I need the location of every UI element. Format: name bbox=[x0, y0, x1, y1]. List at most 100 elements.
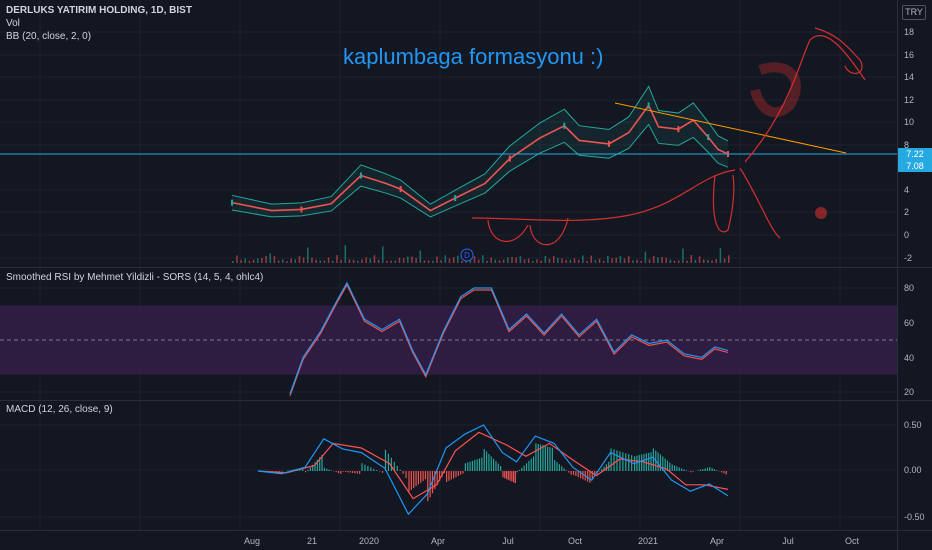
volume-bar bbox=[615, 257, 617, 263]
volume-bar bbox=[232, 261, 234, 263]
price-axis-tick: 14 bbox=[904, 72, 914, 82]
macd-histogram-bar bbox=[469, 461, 471, 471]
volume-bar bbox=[415, 258, 417, 263]
volume-bar bbox=[348, 259, 351, 263]
macd-histogram-bar bbox=[535, 443, 537, 471]
volume-bar bbox=[561, 258, 563, 263]
volume-bar bbox=[590, 255, 592, 263]
macd-histogram-bar bbox=[537, 443, 539, 471]
time-axis-tick: Apr bbox=[710, 536, 724, 546]
bb-legend[interactable]: BB (20, close, 2, 0) bbox=[6, 31, 91, 43]
macd-histogram-bar bbox=[669, 462, 671, 471]
volume-bar bbox=[286, 260, 288, 263]
macd-histogram-bar bbox=[625, 453, 627, 471]
volume-bar bbox=[619, 255, 622, 263]
volume-bar bbox=[319, 260, 322, 263]
macd-histogram-bar bbox=[554, 460, 556, 471]
volume-bar bbox=[711, 260, 713, 263]
macd-histogram-bar bbox=[405, 471, 407, 478]
event-marker-label: D bbox=[464, 251, 470, 260]
macd-histogram-bar bbox=[448, 471, 450, 481]
price-axis-tick: 10 bbox=[904, 117, 914, 127]
macd-histogram-bar bbox=[359, 471, 361, 474]
volume-bar bbox=[436, 256, 438, 263]
turtle-leg-drawing bbox=[529, 217, 569, 246]
macd-histogram-bar bbox=[328, 469, 330, 471]
macd-histogram-bar bbox=[547, 446, 549, 471]
volume-bar bbox=[494, 259, 497, 263]
time-axis-tick: 21 bbox=[307, 536, 317, 546]
macd-histogram-bar bbox=[521, 467, 523, 471]
macd-histogram-bar bbox=[424, 471, 427, 480]
macd-histogram-bar bbox=[572, 471, 575, 475]
volume-bar bbox=[632, 260, 634, 263]
volume-legend[interactable]: Vol bbox=[6, 18, 20, 30]
time-axis-tick: 2021 bbox=[638, 536, 658, 546]
volume-bar bbox=[307, 247, 309, 263]
macd-histogram-bar bbox=[711, 468, 713, 471]
macd-histogram-bar bbox=[340, 471, 342, 474]
volume-bar bbox=[244, 258, 247, 263]
price-candle bbox=[359, 172, 362, 179]
macd-histogram-bar bbox=[685, 470, 687, 471]
rsi-legend[interactable]: Smoothed RSI by Mehmet Yildizli - SORS (… bbox=[6, 272, 263, 284]
volume-bar bbox=[623, 258, 626, 263]
currency-badge[interactable]: TRY bbox=[902, 5, 926, 20]
rsi-axis-tick: 60 bbox=[904, 318, 914, 328]
volume-bar bbox=[398, 257, 401, 263]
volume-bar bbox=[269, 253, 272, 263]
volume-bar bbox=[457, 255, 459, 263]
annotation-note[interactable]: kaplumbaga formasyonu :) bbox=[343, 44, 603, 70]
volume-bar bbox=[519, 256, 522, 263]
macd-histogram-bar bbox=[697, 470, 699, 471]
macd-histogram-bar bbox=[464, 463, 466, 471]
macd-histogram-bar bbox=[587, 471, 589, 482]
macd-histogram-bar bbox=[530, 458, 532, 471]
bollinger-band-fill bbox=[232, 86, 728, 217]
macd-histogram-bar bbox=[471, 460, 474, 471]
turtle-dot-drawing bbox=[815, 207, 827, 219]
volume-bar bbox=[282, 259, 284, 263]
macd-histogram-bar bbox=[504, 471, 506, 479]
price-candle bbox=[707, 134, 710, 141]
volume-bar bbox=[365, 257, 367, 263]
volume-bar bbox=[502, 259, 505, 263]
macd-legend[interactable]: MACD (12, 26, close, 9) bbox=[6, 404, 113, 416]
macd-histogram-bar bbox=[671, 464, 673, 471]
volume-bar bbox=[423, 260, 426, 263]
volume-bar bbox=[627, 256, 630, 263]
volume-bar bbox=[532, 260, 534, 263]
macd-histogram-bar bbox=[330, 470, 333, 471]
macd-histogram-bar bbox=[455, 471, 457, 478]
volume-bar bbox=[240, 259, 242, 263]
macd-histogram-bar bbox=[657, 452, 659, 471]
rsi-axis-tick: 40 bbox=[904, 353, 914, 363]
macd-histogram-bar bbox=[364, 464, 366, 471]
volume-bar bbox=[377, 259, 380, 263]
volume-bar bbox=[311, 257, 313, 263]
volume-bar bbox=[390, 260, 392, 263]
volume-bar bbox=[482, 255, 484, 263]
event-marker: D bbox=[460, 248, 474, 262]
macd-histogram-bar bbox=[683, 469, 685, 471]
volume-bar bbox=[315, 259, 317, 263]
macd-histogram-bar bbox=[575, 471, 577, 476]
volume-bar bbox=[523, 259, 526, 263]
volume-bar bbox=[336, 255, 338, 263]
volume-bar bbox=[673, 260, 676, 263]
time-axis-tick: Jul bbox=[782, 536, 794, 546]
volume-bar bbox=[369, 258, 372, 263]
macd-histogram-bar bbox=[568, 471, 570, 473]
rsi-axis-tick: 80 bbox=[904, 283, 914, 293]
symbol-legend[interactable]: DERLUKS YATIRIM HOLDING, 1D, BIST bbox=[6, 5, 192, 17]
price-candle bbox=[454, 195, 457, 202]
volume-bar bbox=[440, 260, 442, 263]
volume-bar bbox=[657, 257, 659, 263]
volume-bar bbox=[373, 255, 376, 263]
macd-histogram-bar bbox=[505, 471, 508, 480]
volume-bar bbox=[544, 255, 547, 263]
macd-histogram-bar bbox=[516, 471, 518, 473]
volume-bar bbox=[344, 245, 347, 263]
volume-bar bbox=[294, 259, 297, 263]
macd-histogram-bar bbox=[413, 471, 415, 489]
